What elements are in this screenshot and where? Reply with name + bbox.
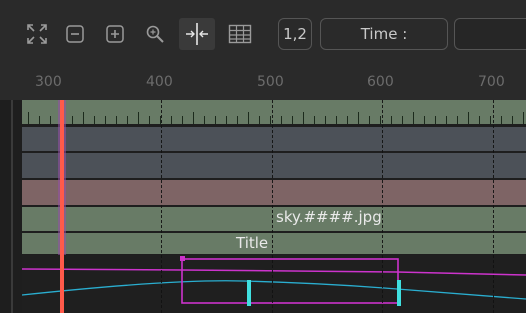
grid-line-600: [382, 100, 383, 313]
ruler-tick: [138, 112, 139, 124]
ruler-tick: [72, 116, 73, 124]
ruler-tick: [270, 116, 271, 124]
ruler-tick: [413, 112, 414, 124]
track-row-3[interactable]: [22, 180, 526, 205]
ruler-tick: [237, 116, 238, 124]
ruler-tick: [424, 116, 425, 124]
track-ticks[interactable]: [22, 100, 526, 124]
grid-line-400: [161, 100, 162, 313]
ruler-label-400: 400: [146, 74, 173, 90]
ruler-label-300: 300: [35, 74, 62, 90]
ruler-tick: [380, 116, 381, 124]
ruler-tick: [314, 116, 315, 124]
ruler-tick: [391, 116, 392, 124]
zoom-tool-icon[interactable]: [143, 18, 167, 50]
ruler-tick: [512, 116, 513, 124]
clip-label: sky.####.jpg: [276, 208, 382, 226]
ruler-tick: [281, 116, 282, 124]
timeline-left-border: [11, 100, 13, 313]
ruler-tick: [523, 112, 524, 124]
time-ruler[interactable]: 300 400 500 600 700: [0, 66, 526, 100]
zoom-out-icon[interactable]: [63, 18, 87, 50]
time-input[interactable]: [454, 18, 526, 50]
time-label: Time :: [360, 25, 408, 43]
ruler-tick: [358, 112, 359, 124]
ruler-tick: [259, 116, 260, 124]
ruler-tick: [226, 116, 227, 124]
toolbar: 1,2 Time :: [0, 0, 526, 66]
spline-curve-area[interactable]: [22, 255, 526, 313]
ruler-tick: [490, 116, 491, 124]
ruler-tick: [402, 116, 403, 124]
ruler-tick: [457, 116, 458, 124]
ruler-tick: [248, 112, 249, 124]
frame-toggle-button[interactable]: 1,2: [278, 18, 312, 50]
ruler-tick: [479, 116, 480, 124]
ruler-tick: [127, 116, 128, 124]
grid-line-500: [272, 100, 273, 313]
ruler-tick: [28, 112, 29, 124]
ruler-tick: [50, 116, 51, 124]
frame-toggle-label: 1,2: [283, 25, 307, 43]
ruler-tick: [336, 116, 337, 124]
ruler-tick: [193, 112, 194, 124]
track-row-2[interactable]: [22, 153, 526, 178]
time-button[interactable]: Time :: [320, 18, 448, 50]
playhead[interactable]: [60, 100, 64, 313]
ruler-tick: [116, 116, 117, 124]
ruler-tick: [215, 116, 216, 124]
grid-icon[interactable]: [226, 18, 254, 50]
timeline-area[interactable]: sky.####.jpg Title: [0, 100, 526, 313]
fit-icon[interactable]: [24, 18, 50, 50]
ruler-tick: [105, 116, 106, 124]
ruler-tick: [39, 116, 40, 124]
grid-line-700: [493, 100, 494, 313]
ruler-tick: [347, 116, 348, 124]
ruler-tick: [182, 116, 183, 124]
ruler-tick: [501, 116, 502, 124]
track-row-1[interactable]: [22, 127, 526, 151]
track-title[interactable]: [22, 233, 526, 254]
track-clip[interactable]: [22, 207, 526, 231]
ruler-tick: [204, 116, 205, 124]
ruler-label-600: 600: [367, 74, 394, 90]
ruler-tick: [171, 116, 172, 124]
zoom-in-icon[interactable]: [103, 18, 127, 50]
ruler-label-700: 700: [478, 74, 505, 90]
ruler-tick: [369, 116, 370, 124]
ruler-tick: [468, 112, 469, 124]
ruler-tick: [325, 116, 326, 124]
ruler-tick: [149, 116, 150, 124]
ruler-tick: [292, 116, 293, 124]
ruler-tick: [94, 116, 95, 124]
split-icon[interactable]: [179, 18, 215, 50]
ruler-tick: [435, 116, 436, 124]
ruler-tick: [303, 112, 304, 124]
title-label: Title: [236, 234, 269, 252]
ruler-tick: [446, 116, 447, 124]
ruler-label-500: 500: [257, 74, 284, 90]
ruler-tick: [83, 112, 84, 124]
